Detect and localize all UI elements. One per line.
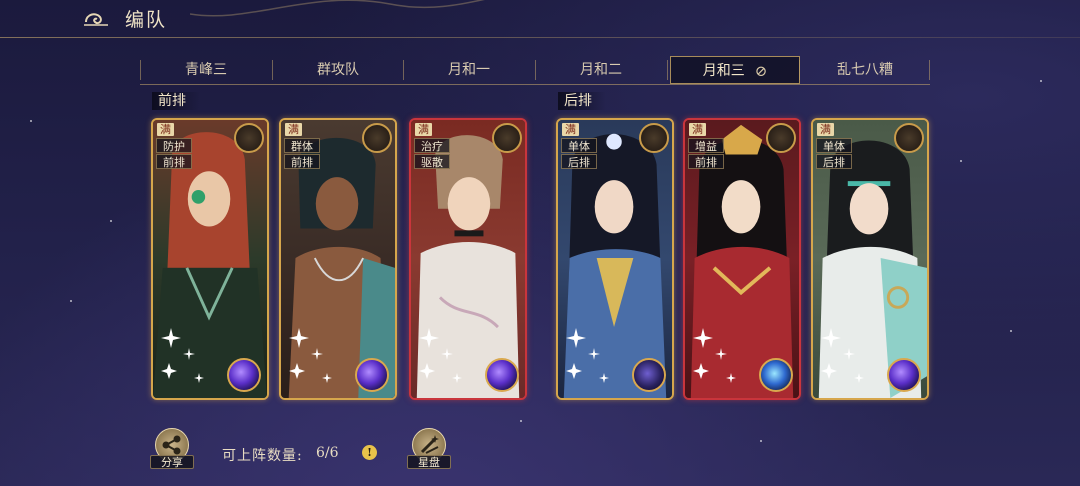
max-level-badge: 满 (285, 123, 302, 136)
role-tag: 群体 (284, 138, 320, 153)
tabs-underline (140, 84, 930, 85)
position-tag: 前排 (284, 154, 320, 169)
purple-orb-icon (355, 358, 389, 392)
sparkle-stars-icon (566, 328, 609, 383)
max-level-badge: 满 (415, 123, 432, 136)
role-tag: 增益 (688, 138, 724, 153)
deploy-count-label: 可上阵数量: (222, 448, 303, 464)
max-level-badge: 满 (562, 123, 579, 136)
tab-team-5-active[interactable]: 月和三 ⊘ (670, 56, 800, 84)
character-card-2[interactable]: 满 群体 前排 (279, 118, 397, 400)
cloud-swirl-back-icon[interactable] (82, 8, 110, 30)
tab-team-2[interactable]: 群攻队 (273, 56, 403, 84)
white-bird-icon (766, 123, 796, 153)
sparkle-stars-icon (821, 328, 864, 383)
purple-orb-icon (887, 358, 921, 392)
sparkle-stars-icon (289, 328, 332, 383)
tab-separator (929, 60, 930, 80)
page-title: 编队 (125, 9, 168, 31)
max-level-badge: 满 (689, 123, 706, 136)
role-tag-2: 驱散 (414, 154, 450, 169)
max-level-badge: 满 (157, 123, 174, 136)
star-disk-label[interactable]: 星盘 (407, 455, 451, 469)
role-tag: 防护 (156, 138, 192, 153)
max-level-badge: 满 (817, 123, 834, 136)
role-tag: 治疗 (414, 138, 450, 153)
tab-team-4[interactable]: 月和二 (536, 56, 666, 84)
white-creature-icon (234, 123, 264, 153)
character-card-3[interactable]: 满 治疗 驱散 (409, 118, 527, 400)
eye-slash-icon[interactable]: ⊘ (755, 57, 768, 85)
tab-label: 月和一 (448, 62, 490, 78)
front-row-label: 前排 (152, 92, 200, 110)
purple-orb-icon (485, 358, 519, 392)
tab-label: 青峰三 (185, 62, 227, 78)
share-label[interactable]: 分享 (150, 455, 194, 469)
header-bar: 编队 (0, 0, 1080, 38)
character-card-1[interactable]: 满 防护 前排 (151, 118, 269, 400)
sparkle-stars-icon (161, 328, 204, 383)
tab-label: 月和三 (702, 63, 745, 79)
position-tag: 后排 (816, 154, 852, 169)
team-tabs: 青峰三 群攻队 月和一 月和二 月和三 ⊘ 乱七八糟 (140, 56, 930, 86)
green-snake-icon (362, 123, 392, 153)
info-icon[interactable]: ! (362, 445, 377, 460)
position-tag: 前排 (688, 154, 724, 169)
blue-eye-orb-icon (759, 358, 793, 392)
deploy-count-value: 6/6 (316, 445, 339, 461)
tab-label: 乱七八糟 (837, 62, 893, 78)
role-tag: 单体 (561, 138, 597, 153)
tab-label: 群攻队 (317, 62, 359, 78)
sparkle-stars-icon (693, 328, 736, 383)
tab-team-3[interactable]: 月和一 (404, 56, 534, 84)
character-card-6[interactable]: 满 单体 后排 (811, 118, 929, 400)
character-card-5[interactable]: 满 增益 前排 (683, 118, 801, 400)
decorative-swirl (190, 0, 485, 17)
purple-orb-icon (227, 358, 261, 392)
tab-team-6[interactable]: 乱七八糟 (800, 56, 930, 84)
tab-separator (667, 60, 668, 80)
sparkle-stars-icon (419, 328, 462, 383)
position-tag: 后排 (561, 154, 597, 169)
scorpion-icon (639, 123, 669, 153)
role-tag: 单体 (816, 138, 852, 153)
back-row-label: 后排 (558, 92, 606, 110)
dark-orb-icon (632, 358, 666, 392)
blue-bird-icon (894, 123, 924, 153)
tab-label: 月和二 (580, 62, 622, 78)
header-divider (0, 37, 1080, 38)
character-card-4[interactable]: 满 单体 后排 (556, 118, 674, 400)
tab-team-1[interactable]: 青峰三 (141, 56, 271, 84)
position-tag: 前排 (156, 154, 192, 169)
white-bird-icon (492, 123, 522, 153)
